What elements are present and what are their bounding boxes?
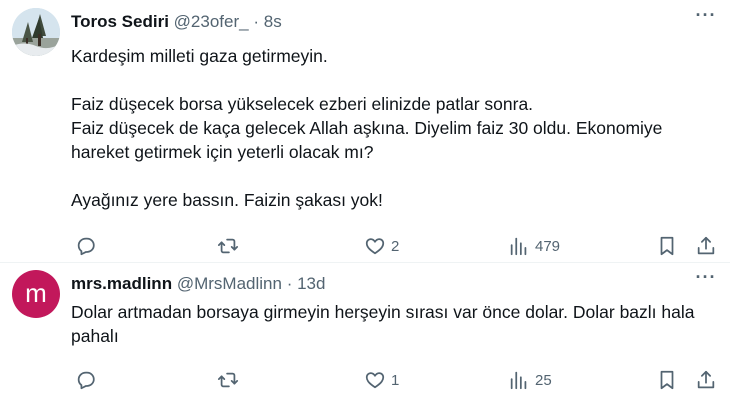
views-icon (510, 371, 527, 390)
avatar[interactable]: m (12, 270, 60, 318)
timestamp[interactable]: 13d (297, 274, 325, 293)
action-bar: 2 479 (71, 234, 718, 258)
author-handle[interactable]: @MrsMadlinn (177, 274, 282, 293)
share-button[interactable] (695, 369, 717, 391)
tweet-header: mrs.madlinn @MrsMadlinn · 13d (71, 274, 325, 294)
views-count: 25 (535, 371, 552, 389)
share-icon (697, 370, 715, 389)
reply-icon (77, 237, 95, 256)
reply-icon (77, 371, 95, 390)
author-name[interactable]: Toros Sediri (71, 12, 169, 31)
separator-dot: · (286, 274, 293, 293)
tweet-text: Dolar artmadan borsaya girmeyin herşeyin… (71, 302, 695, 346)
retweet-icon (217, 238, 239, 254)
tweet-header: Toros Sediri @23ofer_ · 8s (71, 12, 282, 32)
reply-button[interactable] (75, 235, 97, 257)
more-options-button[interactable]: ··· (694, 268, 718, 290)
like-count: 2 (391, 237, 400, 255)
retweet-button[interactable] (217, 235, 239, 257)
more-options-button[interactable]: ··· (694, 6, 718, 28)
separator-dot: · (253, 12, 259, 31)
timestamp[interactable]: 8s (264, 12, 282, 31)
views-button[interactable]: 25 (508, 369, 552, 391)
heart-icon (365, 372, 385, 389)
views-button[interactable]: 479 (508, 235, 560, 257)
like-button[interactable]: 1 (364, 369, 399, 391)
views-count: 479 (535, 237, 561, 255)
author-handle[interactable]: @23ofer_ (174, 12, 249, 31)
bookmark-button[interactable] (656, 369, 678, 391)
action-bar: 1 25 (71, 368, 718, 392)
tweet[interactable]: m mrs.madlinn @MrsMadlinn · 13d ··· Dola… (0, 262, 730, 420)
avatar[interactable] (12, 8, 60, 56)
like-button[interactable]: 2 (364, 235, 399, 257)
retweet-button[interactable] (217, 369, 239, 391)
author-name[interactable]: mrs.madlinn (71, 274, 172, 293)
retweet-icon (217, 372, 239, 388)
bookmark-icon (660, 370, 674, 390)
avatar-letter: m (25, 277, 47, 308)
bookmark-button[interactable] (656, 235, 678, 257)
views-icon (510, 237, 527, 256)
heart-icon (365, 238, 385, 255)
reply-button[interactable] (75, 369, 97, 391)
bookmark-icon (660, 236, 674, 256)
tweet[interactable]: Toros Sediri @23ofer_ · 8s ··· Kardeşim … (0, 0, 730, 262)
like-count: 1 (391, 371, 400, 389)
share-icon (697, 236, 715, 255)
tree-photo-avatar (12, 8, 60, 56)
share-button[interactable] (695, 235, 717, 257)
tweet-text: Kardeşim milleti gaza getirmeyin. Faiz d… (71, 46, 663, 210)
